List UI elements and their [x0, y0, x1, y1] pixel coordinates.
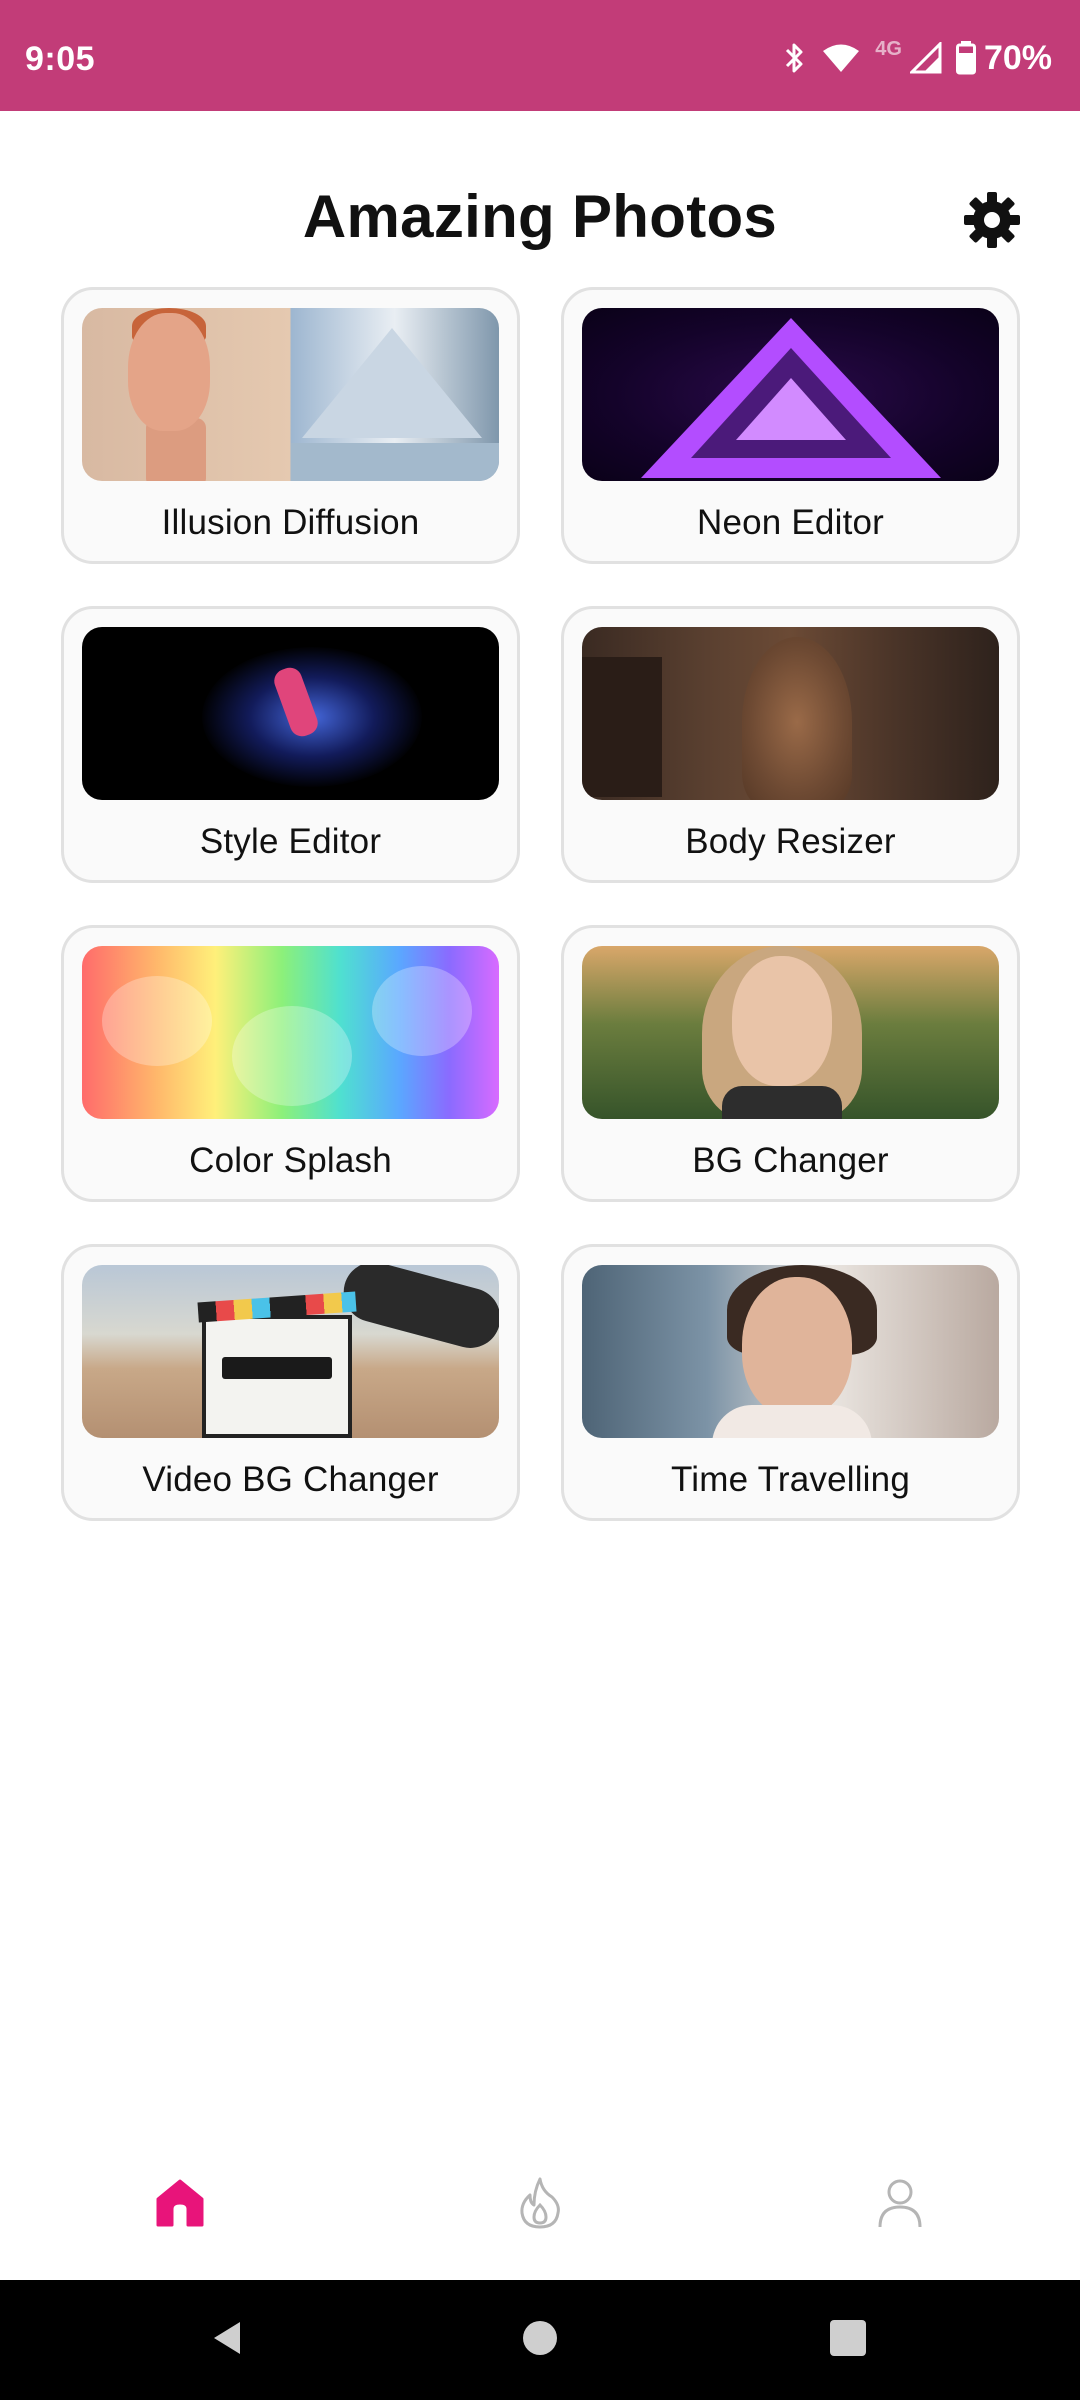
- card-video-bg-changer[interactable]: Video BG Changer: [61, 1244, 520, 1521]
- network-type-label: 4G: [875, 37, 902, 60]
- home-circle-icon: [520, 2318, 560, 2363]
- card-bg-changer[interactable]: BG Changer: [561, 925, 1020, 1202]
- profile-icon: [872, 2175, 928, 2236]
- wifi-icon: [821, 42, 861, 74]
- status-time: 9:05: [25, 40, 96, 78]
- bluetooth-icon: [783, 41, 807, 75]
- illusion-diffusion-thumbnail: [82, 308, 499, 481]
- card-body-resizer[interactable]: Body Resizer: [561, 606, 1020, 883]
- card-label: Color Splash: [189, 1141, 392, 1180]
- neon-editor-thumbnail: [582, 308, 999, 481]
- card-label: Style Editor: [199, 822, 382, 861]
- bottom-nav: [0, 2150, 1080, 2280]
- card-style-editor[interactable]: Style Editor: [61, 606, 520, 883]
- card-label: Body Resizer: [685, 822, 896, 861]
- card-color-splash[interactable]: Color Splash: [61, 925, 520, 1202]
- time-travelling-thumbnail: [582, 1265, 999, 1438]
- card-time-travelling[interactable]: Time Travelling: [561, 1244, 1020, 1521]
- status-bar: 9:05 4G 70%: [0, 0, 1080, 111]
- system-home-button[interactable]: [480, 2280, 600, 2400]
- flame-icon: [512, 2175, 568, 2236]
- video-bg-changer-thumbnail: [82, 1265, 499, 1438]
- page-title: Amazing Photos: [302, 183, 778, 250]
- nav-trending[interactable]: [480, 2150, 600, 2260]
- gear-icon: [962, 190, 1022, 255]
- card-label: Neon Editor: [696, 503, 885, 542]
- nav-profile[interactable]: [840, 2150, 960, 2260]
- battery-icon: [955, 41, 976, 75]
- feature-grid: Illusion Diffusion Neon Editor Style Edi…: [61, 287, 1020, 1521]
- system-nav-bar: [0, 2280, 1080, 2400]
- system-back-button[interactable]: [168, 2280, 288, 2400]
- bg-changer-thumbnail: [582, 946, 999, 1119]
- card-neon-editor[interactable]: Neon Editor: [561, 287, 1020, 564]
- home-icon: [152, 2175, 208, 2236]
- card-illusion-diffusion[interactable]: Illusion Diffusion: [61, 287, 520, 564]
- card-label: Video BG Changer: [142, 1460, 439, 1499]
- style-editor-thumbnail: [82, 627, 499, 800]
- system-recents-button[interactable]: [788, 2280, 908, 2400]
- status-icons: 4G 70%: [783, 38, 1052, 78]
- settings-button[interactable]: [958, 188, 1026, 256]
- battery-percent: 70%: [983, 38, 1052, 77]
- card-label: BG Changer: [692, 1141, 889, 1180]
- back-icon: [208, 2318, 248, 2363]
- signal-icon: [909, 42, 942, 74]
- card-label: Illusion Diffusion: [161, 503, 420, 542]
- nav-home[interactable]: [120, 2150, 240, 2260]
- recents-icon: [828, 2318, 868, 2363]
- color-splash-thumbnail: [82, 946, 499, 1119]
- card-label: Time Travelling: [671, 1460, 910, 1499]
- body-resizer-thumbnail: [582, 627, 999, 800]
